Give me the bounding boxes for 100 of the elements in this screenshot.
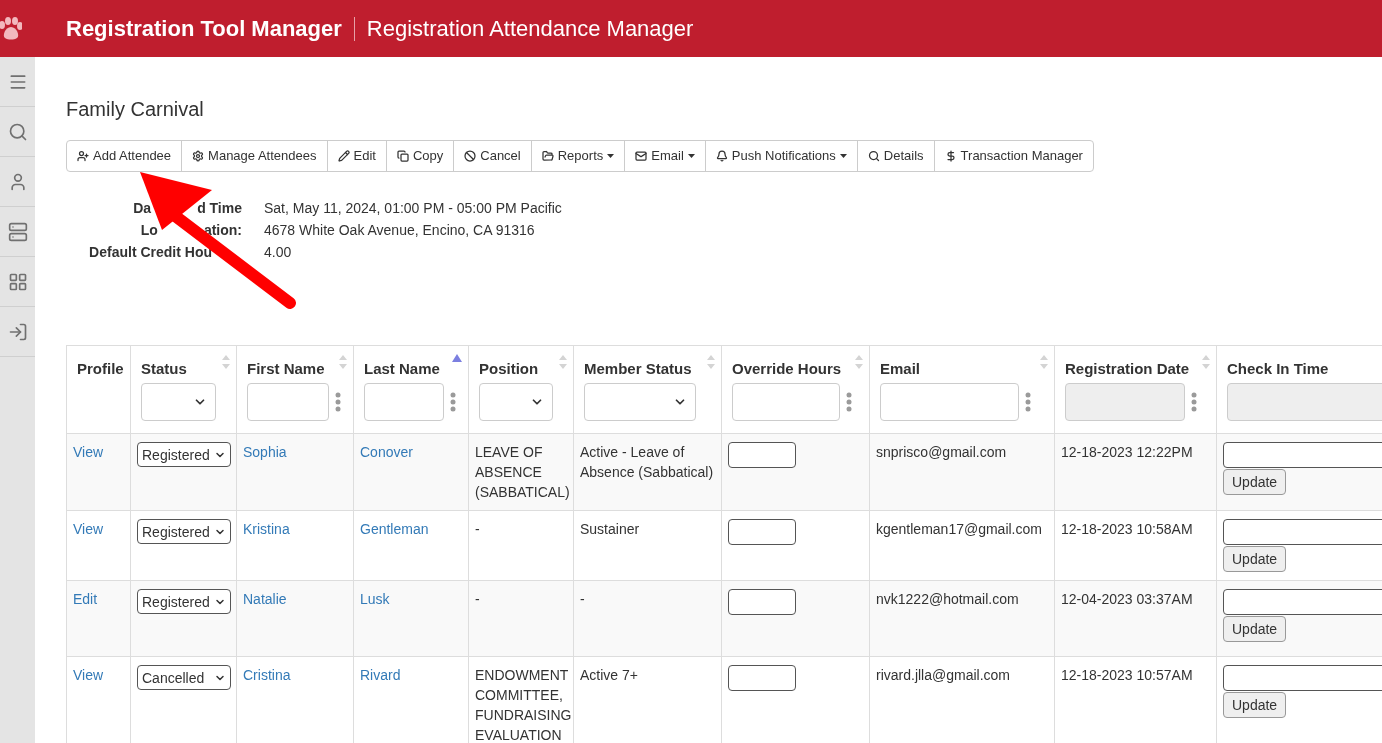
sort-icon[interactable] [1040,354,1048,370]
column-title[interactable]: Last Name [364,358,440,380]
toolbar-button[interactable]: Details [856,141,934,171]
pencil-icon [337,150,350,162]
check-in-input[interactable] [1223,442,1382,468]
first-name-link[interactable]: Sophia [243,444,287,460]
toolbar-button[interactable]: Cancel [453,141,531,171]
detail-label: Da [133,199,152,218]
profile-link[interactable]: View [73,444,104,460]
check-in-input[interactable] [1223,589,1382,615]
column-title[interactable]: Check In Time [1227,358,1329,380]
filter-select[interactable] [141,383,216,422]
column-title[interactable]: Member Status [584,358,692,380]
last-name-link[interactable]: Lusk [360,591,390,607]
more-options-icon[interactable] [1190,392,1197,413]
more-options-icon[interactable] [334,392,341,413]
toolbar-button[interactable]: Reports [530,141,625,171]
status-select[interactable]: Cancelled [137,665,231,690]
column-title[interactable]: First Name [247,358,325,380]
hours-input[interactable] [728,442,796,468]
toolbar-button[interactable]: Edit [326,141,386,171]
status-select[interactable]: Registered [137,519,231,544]
column-title[interactable]: Email [880,358,921,380]
page-title: Registration Attendance Manager [366,14,694,43]
table-cell-text: - [475,590,481,609]
envelope-icon [635,150,648,162]
check-in-input[interactable] [1223,519,1382,545]
copy-icon [396,150,409,162]
filter-input[interactable] [247,383,329,422]
last-name-link[interactable]: Rivard [360,667,401,683]
sort-icon[interactable] [222,354,230,370]
status-select[interactable]: Registered [137,442,231,467]
check-in-input[interactable] [1223,665,1382,691]
more-options-icon[interactable] [1025,392,1032,413]
table-cell-text: Active - Leave of Absence (Sabbatical) [580,443,715,482]
column-title[interactable]: Profile [77,358,124,380]
first-name-link[interactable]: Kristina [243,521,290,537]
toolbar-button[interactable]: Email [624,141,705,171]
grid-icon[interactable] [7,271,28,292]
table-cell-text: 12-18-2023 10:57AM [1061,666,1194,685]
toolbar-button[interactable]: Copy [385,141,454,171]
filter-input[interactable] [880,383,1020,422]
sort-icon[interactable] [1202,354,1210,370]
sign-in-icon[interactable] [7,321,28,342]
column-title[interactable]: Status [141,358,187,380]
table-cell-text: kgentleman17@gmail.com [876,520,1043,539]
filter-select[interactable] [479,383,553,422]
table-cell-text: rivard.jlla@gmail.com [876,666,1012,685]
last-name-link[interactable]: Conover [360,444,413,460]
gear-icon [192,150,205,162]
sort-icon[interactable] [707,354,715,370]
update-button[interactable]: Update [1223,546,1287,572]
toolbar-button[interactable]: Manage Attendees [181,141,327,171]
toolbar-button[interactable]: Push Notifications [704,141,857,171]
sort-ascending-icon[interactable] [452,354,462,362]
first-name-link[interactable]: Cristina [243,667,291,683]
profile-link[interactable]: View [73,667,104,683]
search-icon [867,150,880,162]
table-cell-text: LEAVE OF ABSENCE (SABBATICAL) [475,443,567,502]
detail-value: Sat, May 11, 2024, 01:00 PM - 05:00 PM Pacific [264,199,562,218]
table-cell-text: snprisco@gmail.com [876,443,1008,462]
event-title: Family Carnival [66,97,204,121]
column-title[interactable]: Position [479,358,539,380]
sort-icon[interactable] [339,354,347,370]
search-icon[interactable] [7,121,28,142]
column-title[interactable]: Registration Date [1065,358,1190,380]
table-cell-text: 12-18-2023 12:22PM [1061,443,1194,462]
toolbar-button[interactable]: Transaction Manager [933,141,1093,171]
profile-link[interactable]: View [73,521,104,537]
sort-icon[interactable] [559,354,567,370]
update-button[interactable]: Update [1223,616,1287,642]
table-cell-text: Sustainer [580,520,641,539]
profile-link[interactable]: Edit [73,591,98,607]
dollar-icon [944,150,957,162]
table-cell-text: - [580,590,586,609]
sort-icon[interactable] [855,354,863,370]
hours-input[interactable] [728,665,796,691]
more-options-icon[interactable] [845,392,852,413]
app-title: Registration Tool Manager [66,14,342,43]
filter-select[interactable] [584,383,696,422]
hours-input[interactable] [728,589,796,615]
paw-logo-icon[interactable] [0,15,22,42]
more-options-icon[interactable] [449,392,456,413]
filter-input[interactable] [732,383,840,422]
toolbar-button[interactable]: Add Attendee [67,141,182,171]
column-title[interactable]: Override Hours [732,358,842,380]
update-button[interactable]: Update [1223,692,1287,718]
table-cell-text: 12-18-2023 10:58AM [1061,520,1194,539]
status-select[interactable]: Registered [137,589,231,614]
server-icon[interactable] [7,221,28,242]
hours-input[interactable] [728,519,796,545]
detail-label: Default Credit Hou [89,243,212,262]
update-button[interactable]: Update [1223,469,1287,495]
last-name-link[interactable]: Gentleman [360,521,429,537]
table-cell-text: 12-04-2023 03:37AM [1061,590,1194,609]
filter-input[interactable] [364,383,444,422]
detail-value: 4.00 [264,243,293,262]
detail-value: 4678 White Oak Avenue, Encino, CA 91316 [264,221,536,240]
first-name-link[interactable]: Natalie [243,591,287,607]
detail-label: d Time [197,199,242,218]
